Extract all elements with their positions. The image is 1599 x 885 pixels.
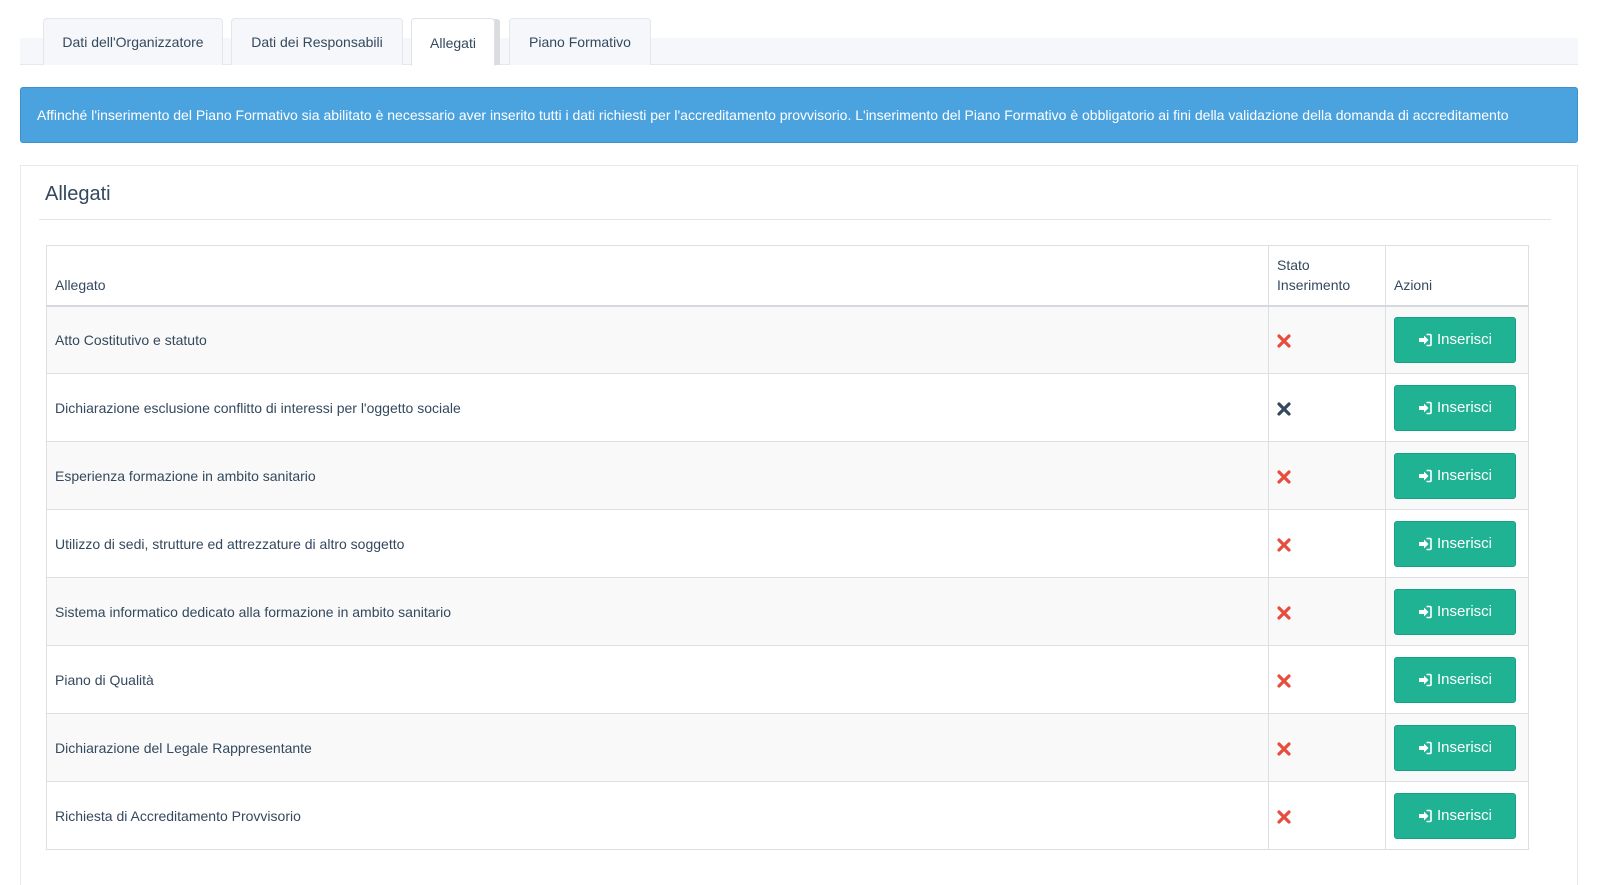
- allegato-label: Atto Costitutivo e statuto: [55, 331, 207, 348]
- table-header-row: Allegato Stato Inserimento Azioni: [45, 245, 1530, 307]
- table-row: Richiesta di Accreditamento Provvisorio …: [45, 781, 1530, 850]
- inserisci-button[interactable]: Inserisci: [1393, 656, 1516, 703]
- allegato-label: Esperienza formazione in ambito sanitari…: [55, 467, 316, 484]
- allegato-name: Dichiarazione del Legale Rappresentante: [45, 713, 1270, 782]
- inserisci-button-label: Inserisci: [1436, 331, 1492, 349]
- inserisci-button-label: Inserisci: [1436, 807, 1492, 824]
- allegato-name: Esperienza formazione in ambito sanitari…: [45, 441, 1270, 510]
- allegato-label: Dichiarazione del Legale Rappresentante: [55, 739, 312, 756]
- x-icon: [1277, 538, 1291, 552]
- inserisci-button-label: Inserisci: [1436, 467, 1492, 484]
- sign-in-icon: [1418, 605, 1432, 618]
- x-icon: [1277, 470, 1291, 484]
- x-icon: [1277, 334, 1291, 348]
- inserisci-button-label: Inserisci: [1436, 399, 1492, 416]
- header-stato-inserimento: Stato Inserimento: [1268, 245, 1386, 307]
- panel-divider: [39, 219, 1551, 220]
- x-icon: [1277, 606, 1291, 620]
- header-azioni: Azioni: [1384, 245, 1530, 307]
- header-allegato: Allegato: [45, 245, 1270, 307]
- sign-in-icon: [1418, 741, 1432, 754]
- tab-dati-responsabili[interactable]: Dati dei Responsabili: [231, 18, 403, 65]
- stato-cell: [1268, 577, 1386, 646]
- stato-cell: [1268, 509, 1386, 578]
- inserisci-button-label: Inserisci: [1436, 739, 1492, 756]
- inserisci-button[interactable]: Inserisci: [1393, 724, 1516, 771]
- table-row: Dichiarazione esclusione conflitto di in…: [45, 373, 1530, 442]
- tab-dati-organizzatore[interactable]: Dati dell'Organizzatore: [43, 18, 223, 65]
- sign-in-icon: [1418, 469, 1432, 482]
- azioni-cell: Inserisci: [1384, 781, 1530, 850]
- tab-bar: Dati dell'Organizzatore Dati dei Respons…: [20, 18, 1578, 66]
- allegato-name: Richiesta di Accreditamento Provvisorio: [45, 781, 1270, 850]
- table-row: Utilizzo di sedi, strutture ed attrezzat…: [45, 509, 1530, 578]
- x-icon: [1277, 742, 1291, 756]
- azioni-cell: Inserisci: [1384, 509, 1530, 578]
- stato-cell: [1268, 645, 1386, 714]
- panel-title: Allegati: [45, 183, 111, 205]
- allegato-label: Richiesta di Accreditamento Provvisorio: [55, 807, 301, 824]
- sign-in-icon: [1418, 809, 1432, 822]
- info-alert-text: Affinché l'inserimento del Piano Formati…: [37, 107, 1509, 123]
- stato-cell: [1268, 373, 1386, 442]
- inserisci-button[interactable]: Inserisci: [1393, 316, 1516, 363]
- allegato-name: Sistema informatico dedicato alla formaz…: [45, 577, 1270, 646]
- inserisci-button[interactable]: Inserisci: [1393, 452, 1516, 499]
- sign-in-icon: [1418, 401, 1432, 414]
- info-alert: Affinché l'inserimento del Piano Formati…: [20, 87, 1578, 143]
- table-row: Sistema informatico dedicato alla formaz…: [45, 577, 1530, 646]
- allegati-panel: Allegati Allegato Stato Inserimento Azio…: [20, 165, 1578, 885]
- azioni-cell: Inserisci: [1384, 645, 1530, 714]
- tab-allegati[interactable]: Allegati: [411, 18, 495, 66]
- stato-cell: [1268, 441, 1386, 510]
- sign-in-icon: [1418, 333, 1432, 347]
- stato-cell: [1268, 713, 1386, 782]
- tab-piano-formativo[interactable]: Piano Formativo: [509, 18, 651, 65]
- x-icon: [1277, 402, 1291, 416]
- azioni-cell: Inserisci: [1384, 577, 1530, 646]
- allegato-label: Dichiarazione esclusione conflitto di in…: [55, 399, 461, 416]
- azioni-cell: Inserisci: [1384, 441, 1530, 510]
- azioni-cell: Inserisci: [1384, 713, 1530, 782]
- inserisci-button[interactable]: Inserisci: [1393, 520, 1516, 567]
- table-row: Dichiarazione del Legale Rappresentante …: [45, 713, 1530, 782]
- table-row: Esperienza formazione in ambito sanitari…: [45, 441, 1530, 510]
- inserisci-button[interactable]: Inserisci: [1393, 384, 1516, 431]
- stato-cell: [1268, 781, 1386, 850]
- inserisci-button[interactable]: Inserisci: [1393, 588, 1516, 635]
- x-icon: [1277, 674, 1291, 688]
- sign-in-icon: [1418, 673, 1432, 686]
- allegato-name: Utilizzo di sedi, strutture ed attrezzat…: [45, 509, 1270, 578]
- allegato-name: Piano di Qualità: [45, 645, 1270, 714]
- allegato-name: Dichiarazione esclusione conflitto di in…: [45, 373, 1270, 442]
- inserisci-button-label: Inserisci: [1436, 603, 1492, 620]
- stato-cell: [1268, 305, 1386, 374]
- azioni-cell: Inserisci: [1384, 373, 1530, 442]
- inserisci-button-label: Inserisci: [1436, 671, 1492, 688]
- table-row: Atto Costitutivo e statuto Inserisci: [45, 305, 1530, 374]
- x-icon: [1277, 810, 1291, 824]
- sign-in-icon: [1418, 537, 1432, 550]
- allegato-label: Utilizzo di sedi, strutture ed attrezzat…: [55, 535, 405, 552]
- azioni-cell: Inserisci: [1384, 305, 1530, 374]
- inserisci-button[interactable]: Inserisci: [1393, 792, 1516, 839]
- allegato-name: Atto Costitutivo e statuto: [45, 305, 1270, 374]
- inserisci-button-label: Inserisci: [1436, 535, 1492, 552]
- allegati-table: Allegato Stato Inserimento Azioni Atto C…: [45, 245, 1530, 850]
- allegato-label: Sistema informatico dedicato alla formaz…: [55, 603, 452, 620]
- allegato-label: Piano di Qualità: [55, 671, 154, 688]
- table-row: Piano di Qualità Inserisci: [45, 645, 1530, 714]
